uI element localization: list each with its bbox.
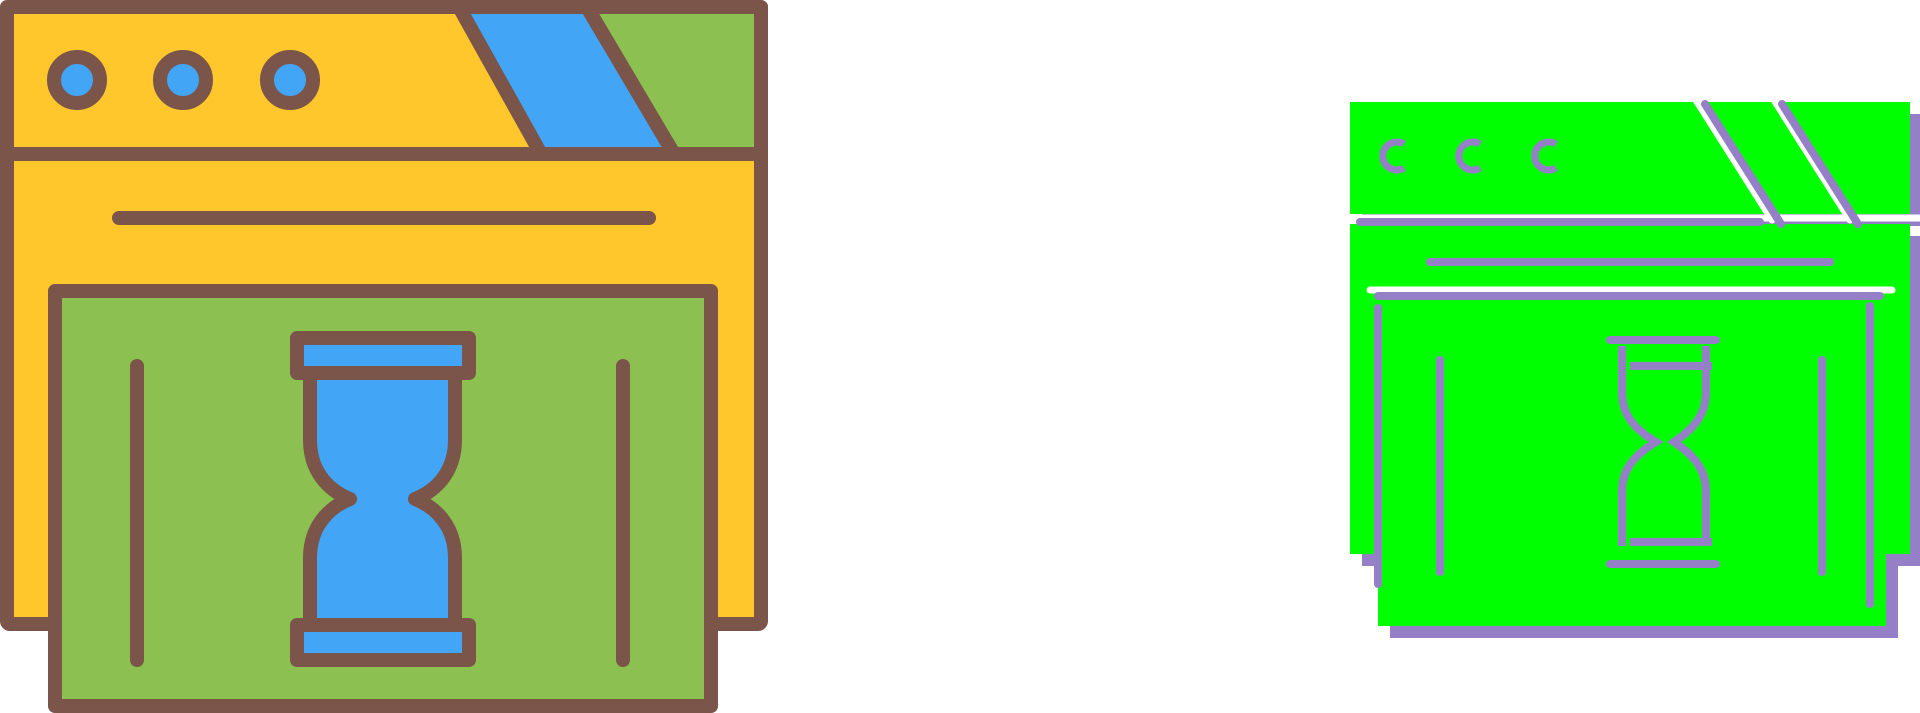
icon-pair-canvas: [0, 0, 1920, 713]
browser-loading-icon: [0, 0, 768, 713]
glyph-title-bar: [1350, 102, 1910, 214]
hourglass-top-cap: [290, 331, 476, 380]
browser-loading-icon: [1346, 96, 1920, 638]
hourglass-bottom-cap: [290, 618, 476, 667]
window-dot-icon: [153, 50, 213, 110]
window-dot-icon: [260, 50, 320, 110]
window-dot-icon: [47, 50, 107, 110]
